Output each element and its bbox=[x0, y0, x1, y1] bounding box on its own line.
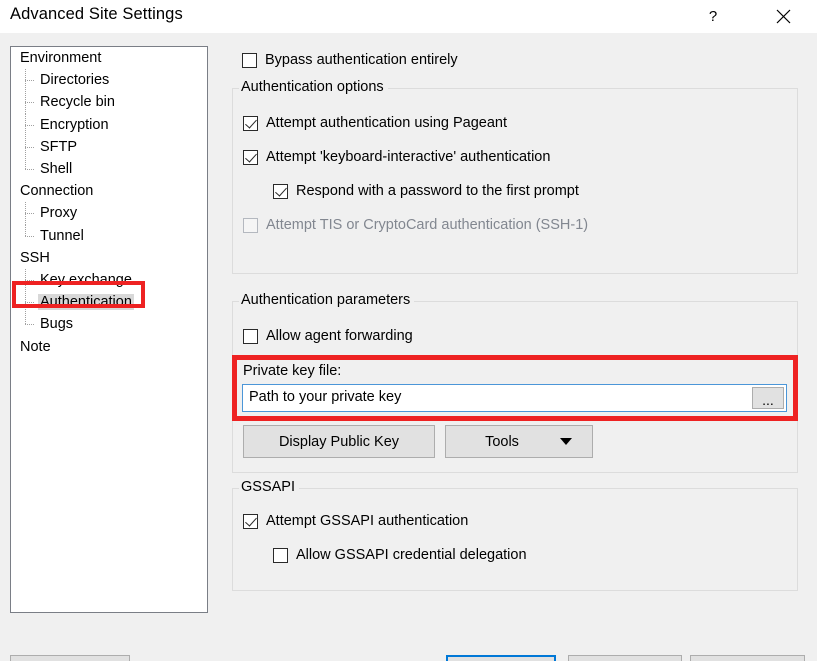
window-title: Advanced Site Settings bbox=[10, 5, 183, 23]
tree-item-ssh[interactable]: SSH bbox=[11, 247, 207, 269]
checkbox-icon[interactable] bbox=[273, 547, 288, 563]
dialog-body: Environment Directories Recycle bin Encr… bbox=[0, 33, 817, 661]
tree-item-label: Authentication bbox=[38, 294, 134, 311]
tree-item-label: Note bbox=[20, 338, 51, 355]
checkbox-label: Attempt GSSAPI authentication bbox=[266, 513, 469, 529]
checkbox-label: Attempt 'keyboard-interactive' authentic… bbox=[266, 149, 551, 165]
tree-item-shell[interactable]: Shell bbox=[11, 157, 207, 180]
question-mark-icon: ? bbox=[708, 8, 718, 25]
tree-item-label: Recycle bin bbox=[40, 94, 115, 111]
chevron-down-icon bbox=[560, 438, 572, 445]
checkbox-icon bbox=[243, 217, 258, 233]
group-title: Authentication parameters bbox=[239, 292, 415, 308]
private-key-file-input[interactable]: Path to your private key ... bbox=[242, 384, 787, 412]
tree-item-label: Bugs bbox=[40, 316, 74, 333]
tree-item-bugs[interactable]: Bugs bbox=[11, 313, 207, 335]
titlebar-help-icon[interactable]: ? bbox=[690, 0, 736, 33]
attempt-keyboard-interactive-checkbox-row[interactable]: Attempt 'keyboard-interactive' authentic… bbox=[243, 149, 550, 165]
tree-item-proxy[interactable]: Proxy bbox=[11, 202, 207, 225]
checkbox-label: Attempt TIS or CryptoCard authentication… bbox=[266, 217, 589, 233]
tree-item-label: SFTP bbox=[40, 138, 78, 155]
bypass-authentication-checkbox-row[interactable]: Bypass authentication entirely bbox=[242, 52, 458, 68]
tree-item-label: Shell bbox=[40, 161, 73, 178]
checkbox-icon[interactable] bbox=[243, 115, 258, 131]
color-button[interactable]: Color bbox=[10, 655, 130, 661]
tree-item-encryption[interactable]: Encryption bbox=[11, 113, 207, 136]
cancel-button[interactable]: Cancel bbox=[568, 655, 682, 661]
allow-agent-forwarding-checkbox-row[interactable]: Allow agent forwarding bbox=[243, 328, 413, 344]
tools-button[interactable]: Tools bbox=[445, 425, 593, 458]
checkbox-icon[interactable] bbox=[243, 328, 258, 344]
display-public-key-button[interactable]: Display Public Key bbox=[243, 425, 435, 458]
attempt-pageant-checkbox-row[interactable]: Attempt authentication using Pageant bbox=[243, 115, 507, 131]
checkbox-label: Attempt authentication using Pageant bbox=[266, 115, 508, 131]
checkbox-label: Allow GSSAPI credential delegation bbox=[296, 547, 527, 563]
attempt-gssapi-authentication-checkbox-row[interactable]: Attempt GSSAPI authentication bbox=[243, 513, 468, 529]
allow-gssapi-credential-delegation-checkbox-row[interactable]: Allow GSSAPI credential delegation bbox=[273, 547, 527, 563]
tree-item-tunnel[interactable]: Tunnel bbox=[11, 224, 207, 247]
group-title: GSSAPI bbox=[239, 479, 299, 495]
tree-item-label: Connection bbox=[20, 183, 94, 200]
ok-button[interactable]: OK bbox=[446, 655, 556, 661]
attempt-tis-cryptocard-checkbox-row: Attempt TIS or CryptoCard authentication… bbox=[243, 217, 588, 233]
tree-item-label: Proxy bbox=[40, 205, 78, 222]
checkbox-icon[interactable] bbox=[243, 149, 258, 165]
tree-item-label: Encryption bbox=[40, 116, 109, 133]
help-button[interactable]: Help bbox=[690, 655, 805, 661]
close-button[interactable] bbox=[760, 0, 806, 33]
checkbox-icon[interactable] bbox=[243, 513, 258, 529]
tree-item-recycle-bin[interactable]: Recycle bin bbox=[11, 91, 207, 114]
private-key-file-value: Path to your private key bbox=[249, 389, 402, 405]
tree-item-label: Tunnel bbox=[40, 227, 84, 244]
tree-item-label: SSH bbox=[20, 249, 50, 266]
tree-item-label: Key exchange bbox=[40, 271, 132, 288]
button-label: Display Public Key bbox=[278, 433, 400, 450]
browse-button[interactable]: ... bbox=[752, 387, 784, 409]
settings-tree[interactable]: Environment Directories Recycle bin Encr… bbox=[10, 46, 208, 613]
tree-item-note[interactable]: Note bbox=[11, 335, 207, 357]
tree-item-sftp[interactable]: SFTP bbox=[11, 135, 207, 159]
checkbox-label: Allow agent forwarding bbox=[266, 328, 413, 344]
gssapi-group: GSSAPI bbox=[232, 479, 798, 591]
advanced-site-settings-dialog: Advanced Site Settings ? Environment Dir… bbox=[0, 0, 817, 661]
private-key-file-label: Private key file: bbox=[243, 363, 342, 379]
respond-with-password-checkbox-row[interactable]: Respond with a password to the first pro… bbox=[273, 183, 579, 199]
checkbox-label: Respond with a password to the first pro… bbox=[296, 183, 579, 199]
tree-item-label: Directories bbox=[40, 72, 110, 89]
tree-item-authentication[interactable]: Authentication bbox=[11, 291, 207, 314]
tree-item-environment[interactable]: Environment bbox=[11, 47, 207, 69]
checkbox-icon[interactable] bbox=[273, 183, 288, 199]
tree-item-label: Environment bbox=[20, 50, 102, 67]
checkbox-icon[interactable] bbox=[242, 52, 257, 68]
title-bar: Advanced Site Settings ? bbox=[0, 0, 817, 33]
tree-item-connection[interactable]: Connection bbox=[11, 180, 207, 202]
settings-panel: Bypass authentication entirely Authentic… bbox=[225, 33, 805, 661]
tree-item-directories[interactable]: Directories bbox=[11, 69, 207, 92]
group-title: Authentication options bbox=[239, 79, 388, 95]
checkbox-label: Bypass authentication entirely bbox=[265, 52, 458, 68]
close-icon bbox=[776, 9, 790, 24]
tree-item-key-exchange[interactable]: Key exchange bbox=[11, 268, 207, 292]
